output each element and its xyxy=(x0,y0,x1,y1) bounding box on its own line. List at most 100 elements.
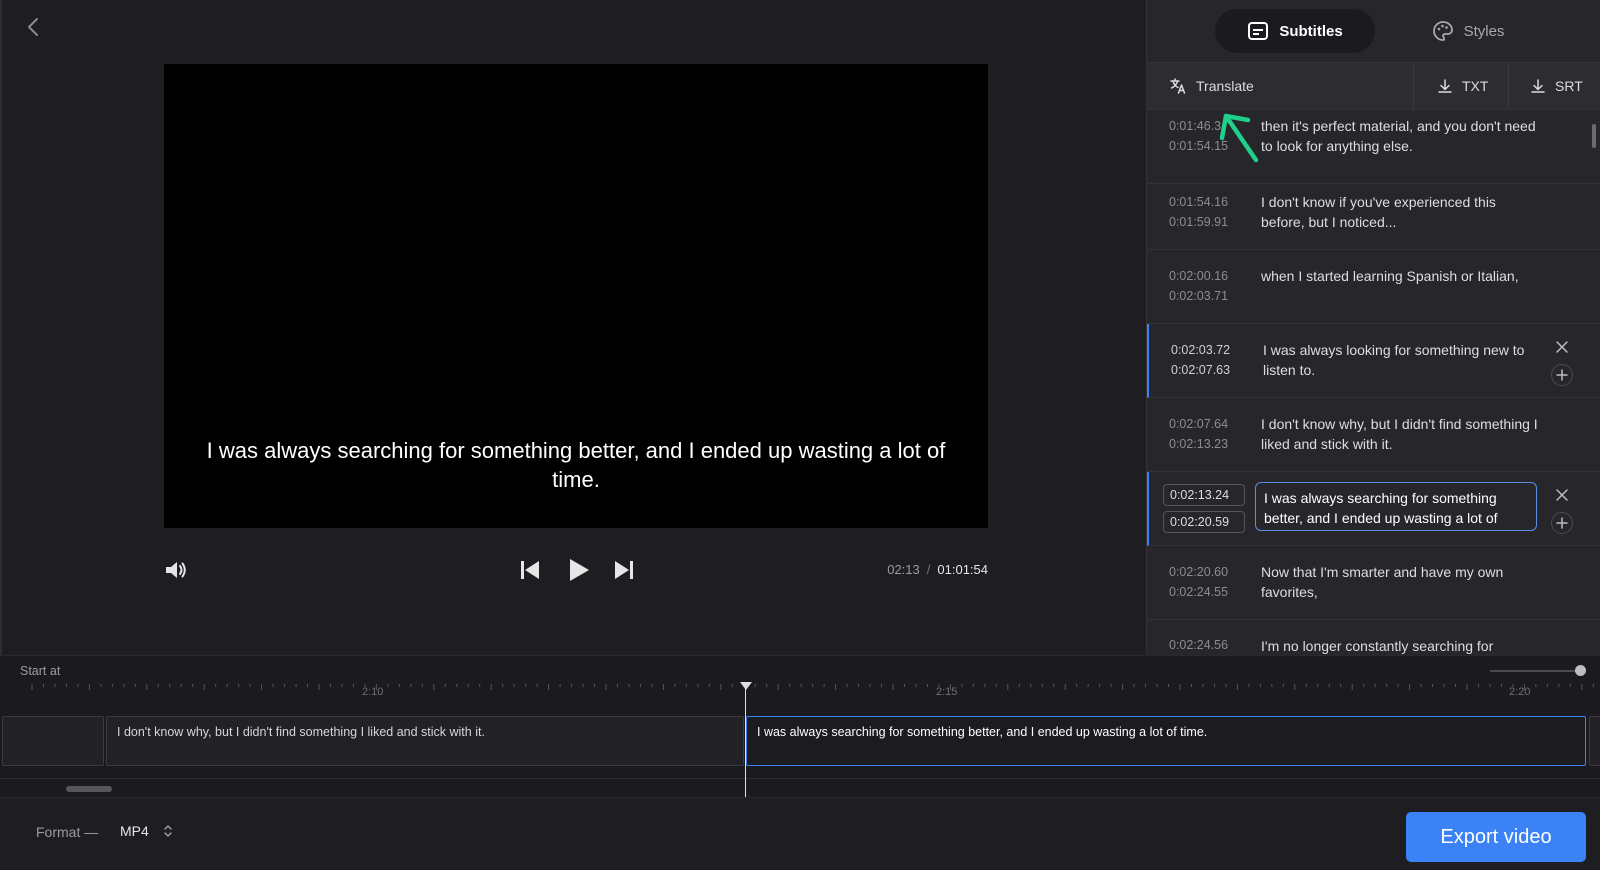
tab-subtitles[interactable]: Subtitles xyxy=(1215,9,1375,53)
timeline-clip[interactable]: I don't know why, but I didn't find some… xyxy=(106,716,744,766)
subtitle-start-time: 0:02:07.64 xyxy=(1169,417,1229,431)
volume-button[interactable] xyxy=(162,556,190,584)
subtitle-row[interactable]: 0:01:46.3 0:01:54.15 then it's perfect m… xyxy=(1147,110,1600,184)
subtitle-end-time: 0:02:03.71 xyxy=(1169,289,1229,303)
subtitles-icon xyxy=(1248,22,1269,40)
subtitle-text[interactable]: Now that I'm smarter and have my own fav… xyxy=(1261,562,1541,602)
subtitle-start-time: 0:02:00.16 xyxy=(1169,269,1229,283)
subtitle-start-time: 0:01:46.3 xyxy=(1169,119,1222,133)
subtitle-end-time: 0:02:13.23 xyxy=(1169,437,1229,451)
timeline-divider xyxy=(0,778,1600,779)
back-button[interactable] xyxy=(20,14,46,40)
chevron-left-icon xyxy=(28,18,38,36)
skip-previous-button[interactable] xyxy=(518,558,542,582)
download-icon xyxy=(1531,79,1545,93)
subtitle-list[interactable]: 0:01:46.3 0:01:54.15 then it's perfect m… xyxy=(1147,110,1600,655)
export-video-button[interactable]: Export video xyxy=(1406,812,1586,862)
start-at-label: Start at xyxy=(20,664,61,678)
translate-button[interactable]: Translate xyxy=(1169,63,1254,109)
timeline-clip-selected[interactable]: I was always searching for something bet… xyxy=(746,716,1586,766)
subtitle-text[interactable]: when I started learning Spanish or Itali… xyxy=(1261,266,1541,286)
tab-subtitles-label: Subtitles xyxy=(1279,22,1343,40)
start-time-input[interactable]: 0:02:13.24 xyxy=(1163,484,1245,506)
end-time-input[interactable]: 0:02:20.59 xyxy=(1163,511,1245,533)
play-icon xyxy=(570,559,589,581)
zoom-slider-handle[interactable] xyxy=(1575,665,1586,676)
tab-styles-label: Styles xyxy=(1463,22,1505,40)
subtitle-start-time: 0:02:24.56 xyxy=(1169,638,1229,652)
translate-label: Translate xyxy=(1196,78,1254,94)
add-subtitle-button[interactable] xyxy=(1551,512,1573,534)
up-down-chevron-icon xyxy=(164,825,172,837)
subtitle-editor-app: I was always searching for something bet… xyxy=(0,0,1600,870)
subtitle-toolbar: Translate TXT SRT xyxy=(1147,62,1600,110)
plus-icon xyxy=(1556,369,1568,381)
format-label: Format — xyxy=(36,824,99,840)
palette-icon xyxy=(1432,21,1453,41)
subtitles-panel: Subtitles Styles Translate TXT SRT 0:01:… xyxy=(1146,0,1600,655)
panel-tabs: Subtitles Styles xyxy=(1147,0,1600,62)
format-value: MP4 xyxy=(120,823,149,839)
download-icon xyxy=(1438,79,1452,93)
ruler-label: 2:10 xyxy=(362,686,384,698)
footer-bar: Format — MP4 Export video xyxy=(0,797,1600,870)
subtitle-start-time: 0:01:54.16 xyxy=(1169,195,1229,209)
subtitle-row[interactable]: 0:02:20.60 0:02:24.55 Now that I'm smart… xyxy=(1147,546,1600,620)
video-caption: I was always searching for something bet… xyxy=(206,438,946,492)
subtitle-text[interactable]: I'm no longer constantly searching for xyxy=(1261,636,1541,655)
subtitle-text[interactable]: I don't know if you've experienced this … xyxy=(1261,192,1541,232)
zoom-slider-track[interactable] xyxy=(1490,670,1582,672)
timeline-clip[interactable] xyxy=(1589,716,1600,766)
subtitle-end-time: 0:02:07.63 xyxy=(1171,363,1231,377)
timeline-scrollbar[interactable] xyxy=(66,786,112,792)
translate-icon xyxy=(1170,78,1186,94)
skip-next-icon xyxy=(615,561,633,579)
download-txt-button[interactable]: TXT xyxy=(1437,63,1488,109)
tab-styles[interactable]: Styles xyxy=(1413,9,1523,53)
subtitle-row[interactable]: 0:01:54.16 0:01:59.91 I don't know if yo… xyxy=(1147,176,1600,250)
timeline-ruler[interactable] xyxy=(0,684,1600,704)
playhead-handle[interactable] xyxy=(740,682,752,690)
subtitle-row[interactable]: 0:02:07.64 0:02:13.23 I don't know why, … xyxy=(1147,398,1600,472)
subtitle-row[interactable]: 0:02:00.16 0:02:03.71 when I started lea… xyxy=(1147,250,1600,324)
close-icon xyxy=(1556,341,1568,353)
ruler-label: 2:20 xyxy=(1509,686,1531,698)
player-controls: 02:13 / 01:01:54 xyxy=(162,556,990,586)
download-srt-label: SRT xyxy=(1555,78,1583,94)
subtitle-row[interactable]: 0:02:24.56 I'm no longer constantly sear… xyxy=(1147,620,1600,655)
subtitle-text-input[interactable]: I was always searching for something bet… xyxy=(1255,482,1537,531)
skip-previous-icon xyxy=(521,561,539,579)
subtitle-text[interactable]: I don't know why, but I didn't find some… xyxy=(1261,414,1541,454)
playhead[interactable] xyxy=(745,684,746,804)
subtitle-end-time: 0:01:59.91 xyxy=(1169,215,1229,229)
delete-subtitle-button[interactable] xyxy=(1551,336,1573,358)
subtitle-text[interactable]: then it's perfect material, and you don'… xyxy=(1261,116,1541,156)
play-button[interactable] xyxy=(564,556,592,584)
skip-next-button[interactable] xyxy=(612,558,636,582)
timeline-clip[interactable] xyxy=(2,716,104,766)
toolbar-divider xyxy=(1413,63,1414,109)
download-srt-button[interactable]: SRT xyxy=(1530,63,1583,109)
subtitle-text[interactable]: I was always looking for something new t… xyxy=(1263,340,1543,380)
video-preview[interactable]: I was always searching for something bet… xyxy=(164,64,988,528)
total-time: 01:01:54 xyxy=(937,562,988,577)
format-select[interactable]: MP4 xyxy=(120,823,173,839)
time-separator: / xyxy=(926,562,931,577)
subtitle-end-time: 0:02:24.55 xyxy=(1169,585,1229,599)
time-display: 02:13 / 01:01:54 xyxy=(887,562,988,577)
timeline[interactable]: Start at 2:10 2:15 2:20 I don't know why… xyxy=(0,655,1600,804)
subtitle-list-scrollbar[interactable] xyxy=(1592,124,1596,148)
download-txt-label: TXT xyxy=(1462,78,1489,94)
subtitle-start-time: 0:02:03.72 xyxy=(1171,343,1231,357)
delete-subtitle-button[interactable] xyxy=(1551,484,1573,506)
add-subtitle-button[interactable] xyxy=(1551,364,1573,386)
video-editor-area: I was always searching for something bet… xyxy=(0,0,1145,655)
subtitle-row-editing[interactable]: 0:02:13.24 0:02:20.59 I was always searc… xyxy=(1147,472,1600,546)
subtitle-row-hovered[interactable]: 0:02:03.72 0:02:07.63 I was always looki… xyxy=(1147,324,1600,398)
toolbar-divider xyxy=(1508,63,1509,109)
subtitle-start-time: 0:02:20.60 xyxy=(1169,565,1229,579)
current-time: 02:13 xyxy=(887,562,920,577)
plus-icon xyxy=(1556,517,1568,529)
ruler-label: 2:15 xyxy=(936,686,958,698)
close-icon xyxy=(1556,489,1568,501)
